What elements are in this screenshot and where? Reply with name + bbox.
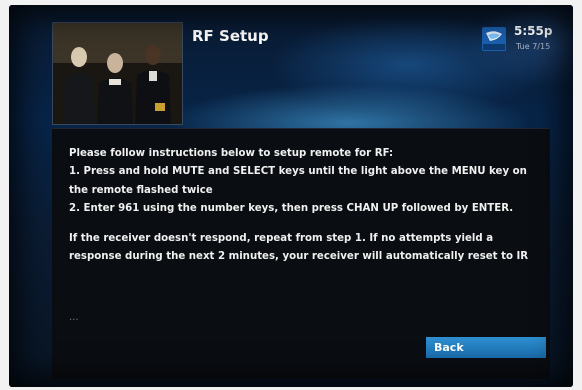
instructions-panel: Please follow instructions below to setu…: [52, 128, 550, 379]
instruction-line: 2. Enter 961 using the number keys, then…: [69, 202, 514, 214]
instruction-line: 1. Press and hold MUTE and SELECT keys u…: [69, 166, 527, 178]
page-title: RF Setup: [192, 27, 269, 45]
clock-date: Tue 7/15: [516, 42, 551, 51]
back-button[interactable]: Back: [426, 337, 546, 358]
instruction-line: response during the next 2 minutes, your…: [69, 251, 529, 263]
preview-image: [53, 23, 182, 124]
more-indicator: ...: [69, 312, 79, 323]
clock-time: 5:55p: [514, 24, 553, 38]
instruction-line: the remote flashed twice: [69, 184, 213, 196]
instruction-line: If the receiver doesn't respond, repeat …: [69, 233, 494, 245]
instruction-line: Please follow instructions below to setu…: [69, 148, 394, 159]
tv-screen: RF Setup 5:55p Tue 7/15 Please follow in…: [9, 5, 573, 387]
instructions-text: Please follow instructions below to setu…: [69, 145, 539, 267]
live-tv-preview: [52, 22, 183, 125]
directv-logo-icon: [482, 27, 506, 51]
